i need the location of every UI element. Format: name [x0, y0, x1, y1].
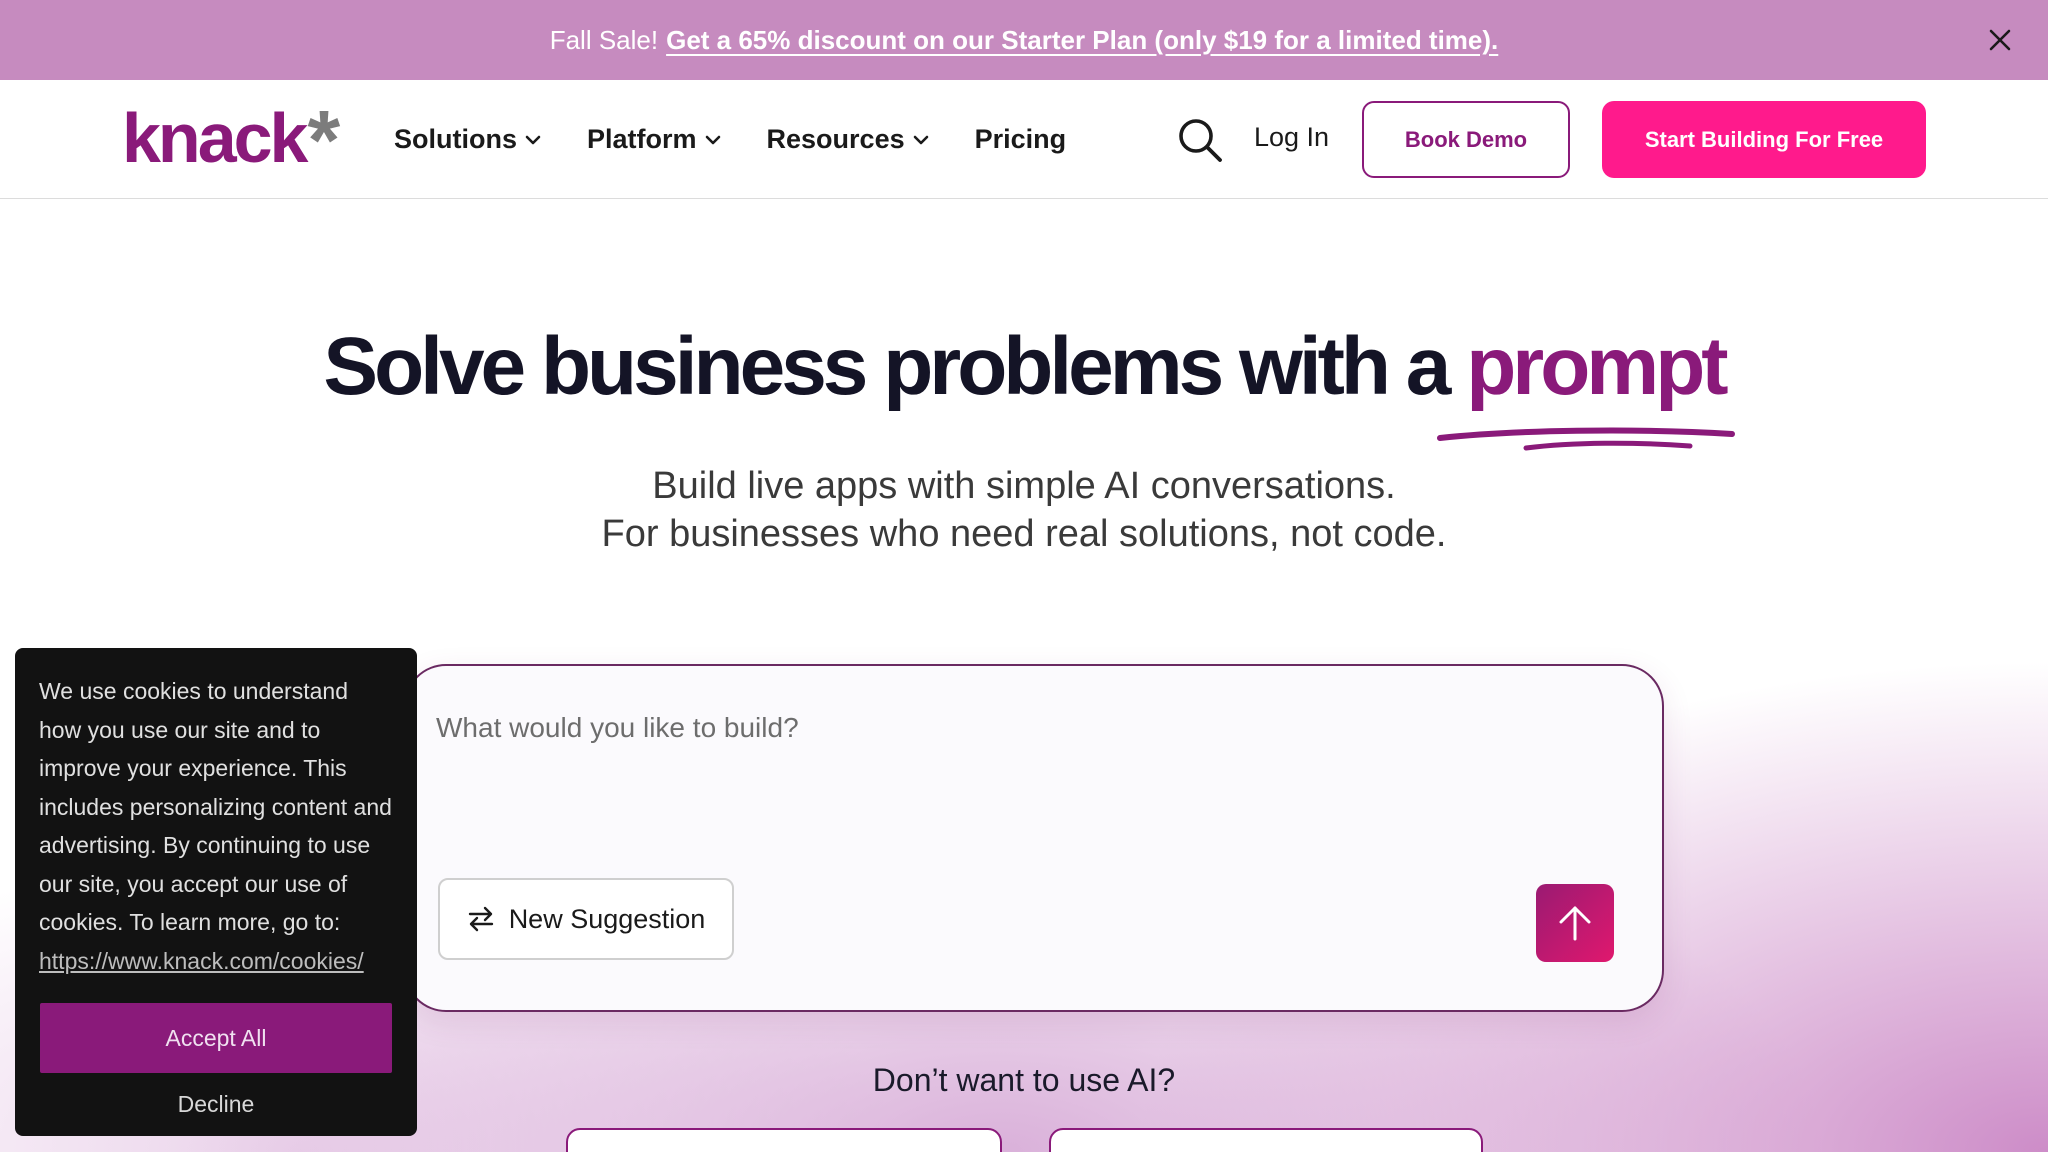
logo-wordmark: knack [122, 99, 308, 177]
nav-solutions[interactable]: Solutions [394, 124, 541, 155]
chevron-down-icon [705, 135, 720, 144]
nav-pricing[interactable]: Pricing [975, 124, 1067, 155]
swap-arrows-icon [468, 906, 493, 932]
cookie-banner: We use cookies to understand how you use… [15, 648, 417, 1136]
login-link[interactable]: Log In [1254, 122, 1329, 153]
search-icon[interactable] [1176, 116, 1224, 164]
send-button[interactable] [1536, 884, 1614, 962]
hero-title-accent: prompt [1466, 321, 1728, 412]
start-building-button[interactable]: Start Building For Free [1602, 101, 1926, 178]
hero-title-main: Solve business problems with a [323, 321, 1467, 412]
hero-subtitle: Build live apps with simple AI conversat… [0, 462, 2048, 558]
logo-asterisk: * [307, 93, 340, 187]
hero-subtitle-line-2: For businesses who need real solutions, … [601, 513, 1447, 555]
site-header: knack * Solutions Platform Resources Pri… [0, 80, 2048, 199]
accept-all-button[interactable]: Accept All [40, 1003, 392, 1073]
promo-banner: Fall Sale! Get a 65% discount on our Sta… [0, 0, 2048, 80]
hero-title: Solve business problems with a prompt [0, 320, 2048, 414]
book-demo-button[interactable]: Book Demo [1362, 101, 1570, 178]
close-icon[interactable] [1982, 22, 2018, 58]
nav-label: Pricing [974, 124, 1067, 154]
knack-logo[interactable]: knack * [122, 98, 340, 182]
cookie-text: We use cookies to understand how you use… [39, 678, 392, 935]
nav-label: Solutions [394, 124, 517, 154]
decline-button[interactable]: Decline [40, 1086, 392, 1122]
arrow-up-icon [1559, 906, 1591, 941]
chevron-down-icon [913, 135, 928, 144]
nav-platform[interactable]: Platform [587, 124, 721, 155]
promo-lead: Fall Sale! [549, 24, 659, 55]
new-suggestion-button[interactable]: New Suggestion [438, 878, 734, 960]
prompt-box: New Suggestion [404, 664, 1664, 1012]
new-suggestion-label: New Suggestion [508, 903, 706, 934]
prompt-input[interactable] [436, 712, 1536, 812]
nav-label: Platform [587, 124, 697, 154]
cookie-policy-link[interactable]: https://www.knack.com/cookies/ [39, 942, 393, 981]
page: Fall Sale! Get a 65% discount on our Sta… [0, 0, 2048, 1152]
hero-subtitle-line-1: Build live apps with simple AI conversat… [652, 465, 1396, 507]
chevron-down-icon [525, 135, 541, 144]
main-nav: Solutions Platform Resources Pricing [394, 80, 1112, 199]
option-card[interactable] [566, 1128, 1002, 1152]
option-card[interactable] [1049, 1128, 1483, 1152]
brush-underline [1437, 427, 1735, 451]
nav-label: Resources [766, 124, 905, 154]
promo-link[interactable]: Get a 65% discount on our Starter Plan (… [666, 25, 1498, 56]
nav-resources[interactable]: Resources [767, 124, 929, 155]
